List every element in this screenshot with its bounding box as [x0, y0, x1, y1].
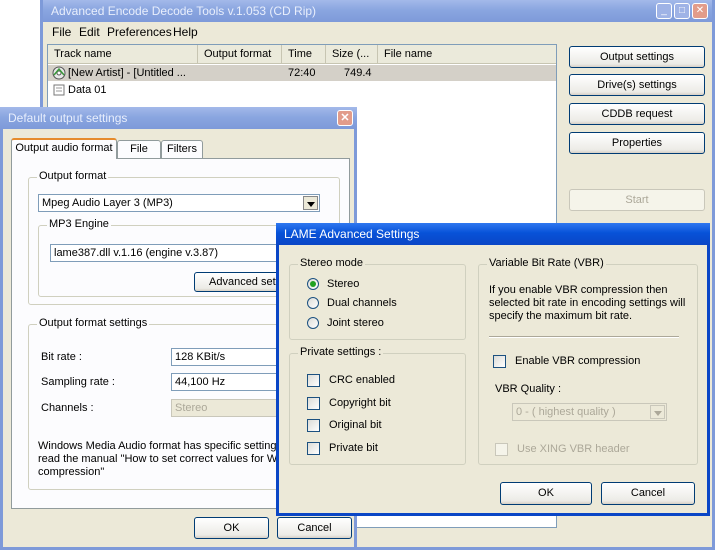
- cd-audio-icon: [52, 66, 66, 80]
- track-name-cell: [New Artist] - [Untitled ...: [68, 67, 186, 79]
- vbr-group-label: Variable Bit Rate (VBR): [487, 257, 606, 269]
- private-settings-group-label: Private settings :: [298, 346, 384, 358]
- lame-settings-dialog: LAME Advanced Settings Stereo mode Stere…: [276, 223, 710, 516]
- menu-preferences[interactable]: Preferences: [107, 25, 172, 39]
- radio-joint-stereo[interactable]: [307, 317, 319, 329]
- vbr-info-line-3: specify the maximum bit rate.: [489, 310, 633, 322]
- data-track-icon: [53, 84, 65, 96]
- menu-bar: File Edit Preferences Help: [43, 22, 712, 42]
- track-list-header: Track name Output format Time Size (... …: [48, 45, 556, 64]
- wma-note-line-1: Windows Media Audio format has specific …: [38, 440, 278, 452]
- tab-file[interactable]: File: [117, 140, 161, 158]
- close-button[interactable]: ✕: [692, 3, 708, 19]
- output-dialog-close-button[interactable]: ✕: [337, 110, 353, 126]
- enable-vbr-label[interactable]: Enable VBR compression: [515, 355, 640, 367]
- vbr-quality-select[interactable]: 0 - ( highest quality ): [512, 403, 667, 421]
- track-name-cell: Data 01: [68, 84, 107, 96]
- output-format-value: Mpeg Audio Layer 3 (MP3): [42, 197, 173, 209]
- column-file-name[interactable]: File name: [378, 45, 558, 63]
- output-format-settings-label: Output format settings: [37, 317, 150, 329]
- output-format-select[interactable]: Mpeg Audio Layer 3 (MP3): [38, 194, 320, 212]
- checkbox-original-bit[interactable]: [307, 419, 320, 432]
- main-window-title: Advanced Encode Decode Tools v.1.053 (CD…: [51, 4, 317, 18]
- track-size-cell: 749.4: [344, 67, 372, 79]
- menu-edit[interactable]: Edit: [79, 25, 100, 39]
- checkbox-enable-vbr[interactable]: [493, 355, 506, 368]
- channels-value: Stereo: [175, 402, 208, 414]
- original-bit-label[interactable]: Original bit: [329, 419, 382, 431]
- sampling-rate-value: 44,100 Hz: [175, 376, 226, 388]
- copyright-bit-label[interactable]: Copyright bit: [329, 397, 391, 409]
- menu-help[interactable]: Help: [173, 25, 198, 39]
- chevron-down-icon[interactable]: [303, 196, 318, 210]
- sampling-rate-label: Sampling rate :: [41, 376, 115, 388]
- output-cancel-button[interactable]: Cancel: [277, 517, 352, 539]
- output-dialog-title: Default output settings: [8, 111, 128, 125]
- crc-enabled-label[interactable]: CRC enabled: [329, 374, 395, 386]
- lame-cancel-button[interactable]: Cancel: [601, 482, 695, 505]
- bitrate-value: 128 KBit/s: [175, 351, 226, 363]
- chevron-down-icon[interactable]: [650, 405, 665, 419]
- vbr-info-line-2: selected bit rate in encoding settings w…: [489, 297, 686, 309]
- tab-filters[interactable]: Filters: [161, 140, 203, 158]
- vbr-quality-label: VBR Quality :: [495, 383, 562, 395]
- output-dialog-title-bar[interactable]: Default output settings: [0, 107, 357, 129]
- output-dialog-tabs: Output audio format File Filters: [11, 138, 351, 159]
- output-settings-button[interactable]: Output settings: [569, 46, 705, 68]
- table-row[interactable]: Data 01: [48, 82, 556, 98]
- column-output-format[interactable]: Output format: [198, 45, 282, 63]
- wma-note: Windows Media Audio format has specific …: [38, 440, 278, 479]
- tab-output-audio-format[interactable]: Output audio format: [11, 138, 117, 159]
- lame-dialog-title: LAME Advanced Settings: [284, 227, 420, 241]
- checkbox-crc-enabled[interactable]: [307, 374, 320, 387]
- bitrate-label: Bit rate :: [41, 351, 82, 363]
- radio-dual-channels-label[interactable]: Dual channels: [327, 297, 397, 309]
- cddb-request-button[interactable]: CDDB request: [569, 103, 705, 125]
- wma-note-line-2: read the manual "How to set correct valu…: [38, 453, 278, 465]
- radio-stereo[interactable]: [307, 278, 319, 290]
- xing-header-label[interactable]: Use XING VBR header: [517, 443, 630, 455]
- channels-label: Channels :: [41, 402, 94, 414]
- checkbox-copyright-bit[interactable]: [307, 397, 320, 410]
- properties-button[interactable]: Properties: [569, 132, 705, 154]
- lame-dialog-title-bar[interactable]: LAME Advanced Settings: [276, 223, 710, 245]
- mp3-engine-group-label: MP3 Engine: [47, 218, 111, 230]
- output-format-group-label: Output format: [37, 170, 109, 182]
- main-title-bar[interactable]: Advanced Encode Decode Tools v.1.053 (CD…: [43, 0, 712, 22]
- maximize-button[interactable]: □: [674, 3, 690, 19]
- table-row[interactable]: [New Artist] - [Untitled ... 72:40 749.4: [48, 65, 556, 81]
- minimize-button[interactable]: _: [656, 3, 672, 19]
- column-track-name[interactable]: Track name: [48, 45, 198, 63]
- drives-settings-button[interactable]: Drive(s) settings: [569, 74, 705, 96]
- wma-note-line-3: compression": [38, 466, 105, 478]
- output-ok-button[interactable]: OK: [194, 517, 269, 539]
- vbr-info-text: If you enable VBR compression then selec…: [489, 284, 685, 323]
- track-time-cell: 72:40: [288, 67, 316, 79]
- start-button[interactable]: Start: [569, 189, 705, 211]
- column-time[interactable]: Time: [282, 45, 326, 63]
- column-size[interactable]: Size (...: [326, 45, 378, 63]
- radio-joint-stereo-label[interactable]: Joint stereo: [327, 317, 384, 329]
- vbr-quality-value: 0 - ( highest quality ): [516, 406, 616, 418]
- lame-ok-button[interactable]: OK: [500, 482, 592, 505]
- checkbox-xing-header[interactable]: [495, 443, 508, 456]
- vbr-info-line-1: If you enable VBR compression then: [489, 284, 668, 296]
- radio-dual-channels[interactable]: [307, 297, 319, 309]
- mp3-engine-value: lame387.dll v.1.16 (engine v.3.87): [54, 247, 219, 259]
- radio-stereo-label[interactable]: Stereo: [327, 278, 359, 290]
- stereo-mode-group-label: Stereo mode: [298, 257, 365, 269]
- private-bit-label[interactable]: Private bit: [329, 442, 378, 454]
- checkbox-private-bit[interactable]: [307, 442, 320, 455]
- menu-file[interactable]: File: [52, 25, 71, 39]
- vbr-divider: [489, 336, 679, 338]
